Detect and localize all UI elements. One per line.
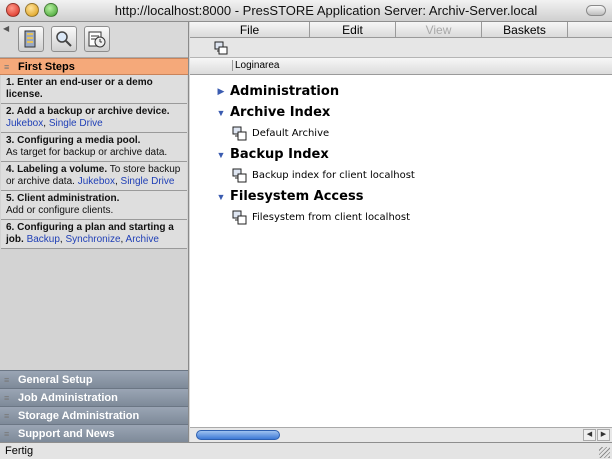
step-5: 5. Client administration. Add or configu… (1, 191, 187, 220)
menu-view: View (396, 22, 482, 37)
tree-node-label: Filesystem Access (230, 189, 364, 204)
disclosure-expanded-icon[interactable]: ▼ (214, 192, 228, 202)
collapse-arrow-icon[interactable]: ◀ (3, 24, 9, 33)
search-button[interactable] (51, 26, 77, 52)
menu-edit[interactable]: Edit (310, 22, 396, 37)
step-1: 1. Enter an end-user or a demo license. (1, 75, 187, 104)
panel-iconbar (190, 38, 612, 58)
tree-node-filesystem-access[interactable]: ▼ Filesystem Access (190, 186, 612, 207)
step-link-single-drive[interactable]: Single Drive (49, 118, 103, 129)
tree-node-label: Administration (230, 84, 340, 99)
step-3: 3. Configuring a media pool. As target f… (1, 133, 187, 162)
section-expand-icon: ≡ (4, 392, 10, 403)
first-steps-list: 1. Enter an end-user or a demo license. … (0, 75, 188, 249)
step-title: 2. Add a backup or archive device. (6, 106, 170, 117)
section-support-and-news[interactable]: ≡ Support and News (0, 424, 188, 442)
tree-leaf-filesystem-localhost[interactable]: Filesystem from client localhost (190, 207, 612, 228)
tree-node-backup-index[interactable]: ▼ Backup Index (190, 144, 612, 165)
step-title: 3. Configuring a media pool. (6, 135, 141, 146)
tree-leaf-label: Filesystem from client localhost (252, 212, 411, 223)
collapsed-sections: ≡ General Setup ≡ Job Administration ≡ S… (0, 370, 188, 442)
step-4: 4. Labeling a volume. To store backup or… (1, 162, 187, 191)
section-label: Storage Administration (18, 409, 140, 422)
menubar: File Edit View Baskets (190, 22, 612, 38)
section-label: Support and News (18, 427, 115, 440)
status-bar: Fertig (0, 442, 612, 459)
tree-node-label: Archive Index (230, 105, 331, 120)
tree-node-administration[interactable]: ▶ Administration (190, 81, 612, 102)
zoom-window-button[interactable] (44, 3, 58, 17)
magnifier-icon (56, 31, 72, 47)
section-first-steps-label: First Steps (18, 60, 75, 73)
menu-file[interactable]: File (190, 22, 310, 37)
server-button[interactable] (18, 26, 44, 52)
tree-view: ▶ Administration ▼ Archive Index Default… (190, 75, 612, 228)
step-6: 6. Configuring a plan and starting a job… (1, 220, 187, 249)
tree-node-label: Backup Index (230, 147, 329, 162)
step-link-archive[interactable]: Archive (126, 234, 159, 245)
scheduler-button[interactable] (84, 26, 110, 52)
section-storage-administration[interactable]: ≡ Storage Administration (0, 406, 188, 424)
tree-leaf-backup-index-localhost[interactable]: Backup index for client localhost (190, 165, 612, 186)
window-title: http://localhost:8000 - PresSTORE Applic… (114, 3, 538, 18)
horizontal-scrollbar[interactable]: ◀ ▶ (190, 427, 612, 442)
step-link-backup[interactable]: Backup (27, 234, 60, 245)
step-title: 5. Client administration. (6, 193, 120, 204)
tree-leaf-default-archive[interactable]: Default Archive (190, 123, 612, 144)
step-title: 4. Labeling a volume. (6, 164, 108, 175)
step-title: 1. Enter an end-user or a demo license. (6, 77, 153, 100)
step-link-jukebox[interactable]: Jukebox (78, 176, 115, 187)
minimize-window-button[interactable] (25, 3, 39, 17)
section-expand-icon: ≡ (4, 428, 10, 439)
step-link-synchronize[interactable]: Synchronize (65, 234, 120, 245)
close-window-button[interactable] (6, 3, 20, 17)
menu-baskets[interactable]: Baskets (482, 22, 568, 37)
column-header[interactable]: Loginarea (190, 58, 612, 75)
window-controls (6, 3, 58, 17)
scroll-left-arrow-icon[interactable]: ◀ (583, 429, 596, 441)
step-text: As target for backup or archive data. (6, 147, 168, 158)
step-text: Add or configure clients. (6, 205, 114, 216)
scheduler-icon (88, 31, 106, 48)
tree-leaf-label: Backup index for client localhost (252, 170, 415, 181)
section-collapse-icon: ≡ (4, 61, 10, 72)
server-icon (24, 30, 36, 48)
section-label: Job Administration (18, 391, 118, 404)
step-link-single-drive[interactable]: Single Drive (121, 176, 175, 187)
step-2: 2. Add a backup or archive device. Jukeb… (1, 104, 187, 133)
section-first-steps[interactable]: ≡ First Steps (0, 58, 188, 75)
section-expand-icon: ≡ (4, 410, 10, 421)
status-text: Fertig (5, 445, 34, 457)
section-label: General Setup (18, 373, 93, 386)
volume-icon (232, 126, 247, 141)
section-job-administration[interactable]: ≡ Job Administration (0, 388, 188, 406)
sidebar: ◀ ≡ First Steps 1. Enter an end-user or … (0, 22, 189, 442)
step-link-jukebox[interactable]: Jukebox (6, 118, 43, 129)
disclosure-expanded-icon[interactable]: ▼ (214, 108, 228, 118)
disclosure-collapsed-icon[interactable]: ▶ (214, 86, 228, 97)
volume-icon (232, 210, 247, 225)
disclosure-expanded-icon[interactable]: ▼ (214, 150, 228, 160)
window-titlebar: http://localhost:8000 - PresSTORE Applic… (0, 0, 612, 22)
section-general-setup[interactable]: ≡ General Setup (0, 370, 188, 388)
column-header-label: Loginarea (232, 60, 279, 71)
sidebar-toolbar: ◀ (0, 22, 188, 58)
toolbar-toggle-button[interactable] (586, 5, 606, 16)
network-drive-icon[interactable] (214, 41, 228, 55)
volume-icon (232, 168, 247, 183)
section-expand-icon: ≡ (4, 374, 10, 385)
tree-node-archive-index[interactable]: ▼ Archive Index (190, 102, 612, 123)
tree-leaf-label: Default Archive (252, 128, 330, 139)
scrollbar-thumb[interactable] (196, 430, 280, 440)
main-panel: File Edit View Baskets Loginarea ▶ Admin… (190, 22, 612, 442)
scroll-right-arrow-icon[interactable]: ▶ (597, 429, 610, 441)
resize-grip-icon[interactable] (599, 447, 610, 458)
